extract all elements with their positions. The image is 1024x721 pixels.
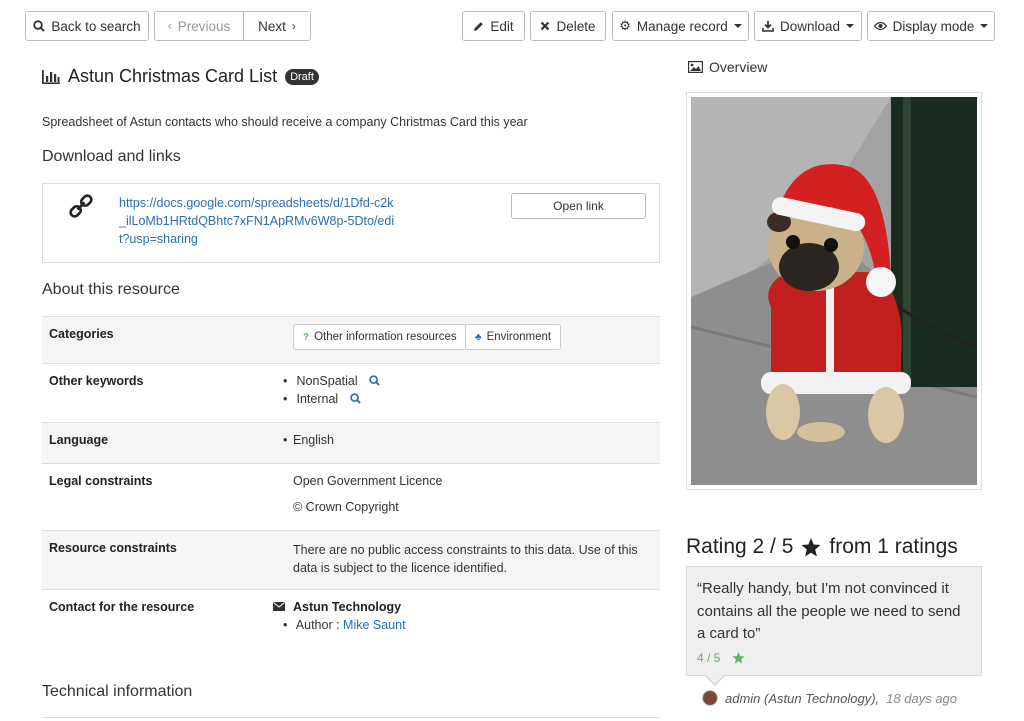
legal-constraints-label: Legal constraints xyxy=(49,474,153,488)
edit-label: Edit xyxy=(490,18,514,34)
category-label: Environment xyxy=(486,331,552,343)
gear-icon: ⚙ xyxy=(619,18,631,33)
search-icon[interactable] xyxy=(349,393,361,404)
previous-button[interactable]: ‹ Previous xyxy=(154,11,244,41)
back-to-search-button[interactable]: Back to search xyxy=(25,11,149,41)
overview-heading: Overview xyxy=(688,59,767,75)
image-icon xyxy=(688,61,703,73)
language-label: Language xyxy=(49,433,109,447)
review-score-text: 4 / 5 xyxy=(697,651,721,665)
table-row: Categories ? Other information resources… xyxy=(42,317,660,364)
category-tag-other[interactable]: ? Other information resources xyxy=(293,324,467,350)
rating-suffix: from 1 ratings xyxy=(829,535,958,558)
review-pointer-inner xyxy=(706,675,724,684)
star-icon xyxy=(801,537,821,556)
caret-down-icon xyxy=(980,24,989,28)
overview-label: Overview xyxy=(709,59,768,75)
keyword-item: NonSpatial xyxy=(293,374,380,388)
download-links-heading: Download and links xyxy=(42,148,181,165)
edit-button[interactable]: Edit xyxy=(462,11,525,41)
record-title: Astun Christmas Card List xyxy=(68,66,278,86)
review-date: 18 days ago xyxy=(886,690,958,706)
contact-author: Author : Mike Saunt xyxy=(293,618,406,632)
delete-button[interactable]: Delete xyxy=(530,11,606,41)
category-tag-environment[interactable]: ♣ Environment xyxy=(465,324,562,350)
previous-label: Previous xyxy=(177,18,231,34)
caret-down-icon xyxy=(846,24,855,28)
language-value: English xyxy=(293,433,334,447)
about-table: Categories ? Other information resources… xyxy=(42,316,660,646)
keyword-item: Internal xyxy=(293,392,361,406)
keywords-label: Other keywords xyxy=(49,374,144,388)
question-icon: ? xyxy=(303,331,310,343)
review-quote: “Really handy, but I'm not convinced it … xyxy=(697,580,961,642)
contact-label: Contact for the resource xyxy=(49,600,195,614)
reviewer: admin (Astun Technology), 18 days ago xyxy=(702,690,957,706)
open-link-button[interactable]: Open link xyxy=(511,193,646,219)
keyword-text: Internal xyxy=(296,392,339,406)
technical-heading: Technical information xyxy=(42,683,193,700)
close-icon xyxy=(541,21,550,31)
about-heading: About this resource xyxy=(42,281,180,298)
legal-copyright: © Crown Copyright xyxy=(293,500,399,514)
resource-constraints-label: Resource constraints xyxy=(49,541,177,555)
review-card: “Really handy, but I'm not convinced it … xyxy=(686,566,982,676)
pencil-icon xyxy=(474,21,484,31)
tree-icon: ♣ xyxy=(475,331,482,343)
rating-label: Rating 2 / 5 xyxy=(686,535,794,558)
back-to-search-label: Back to search xyxy=(51,18,141,34)
status-badge: Draft xyxy=(285,68,319,85)
avatar xyxy=(702,690,718,706)
envelope-icon xyxy=(273,602,285,611)
search-icon[interactable] xyxy=(369,375,380,386)
star-icon xyxy=(732,652,745,664)
keyword-text: NonSpatial xyxy=(296,374,358,388)
resource-constraints-value: There are no public access constraints t… xyxy=(293,543,638,575)
display-mode-label: Display mode xyxy=(892,18,975,34)
search-icon xyxy=(33,20,46,32)
chevron-right-icon: › xyxy=(291,19,296,33)
table-row: Language English xyxy=(42,423,660,464)
download-label: Download xyxy=(779,18,841,34)
link-card: https://docs.google.com/spreadsheets/d/1… xyxy=(42,183,660,263)
reviewer-name: admin (Astun Technology), xyxy=(725,690,880,706)
overview-image[interactable] xyxy=(686,92,982,490)
rating-summary: Rating 2 / 5 from 1 ratings xyxy=(686,535,958,559)
chevron-left-icon: ‹ xyxy=(167,19,172,33)
bar-chart-icon xyxy=(42,69,60,84)
next-label: Next xyxy=(258,18,286,34)
manage-record-button[interactable]: ⚙ Manage record xyxy=(612,11,749,41)
delete-label: Delete xyxy=(556,18,596,34)
categories-label: Categories xyxy=(49,327,114,341)
review-score: 4 / 5 xyxy=(697,651,745,665)
manage-record-label: Manage record xyxy=(636,18,728,34)
table-row: Legal constraints Open Government Licenc… xyxy=(42,464,660,531)
next-button[interactable]: Next › xyxy=(243,11,311,41)
download-icon xyxy=(762,21,774,32)
link-icon xyxy=(69,194,93,218)
eye-icon xyxy=(873,21,887,31)
display-mode-button[interactable]: Display mode xyxy=(867,11,995,41)
divider xyxy=(42,717,660,718)
legal-licence: Open Government Licence xyxy=(293,474,443,488)
category-label: Other information resources xyxy=(314,331,457,343)
contact-role: Author : xyxy=(295,618,344,632)
download-button[interactable]: Download xyxy=(754,11,862,41)
contact-name-link[interactable]: Mike Saunt xyxy=(343,618,406,632)
table-row: Contact for the resource Astun Technolog… xyxy=(42,590,660,646)
contact-organisation: Astun Technology xyxy=(293,600,402,614)
table-row: Other keywords NonSpatial Internal xyxy=(42,364,660,423)
overview-photo xyxy=(690,97,978,485)
caret-down-icon xyxy=(733,24,742,28)
resource-url-link[interactable]: https://docs.google.com/spreadsheets/d/1… xyxy=(119,194,399,248)
page-title: Astun Christmas Card List Draft xyxy=(42,66,319,87)
record-abstract: Spreadsheet of Astun contacts who should… xyxy=(42,115,528,129)
table-row: Resource constraints There are no public… xyxy=(42,531,660,590)
